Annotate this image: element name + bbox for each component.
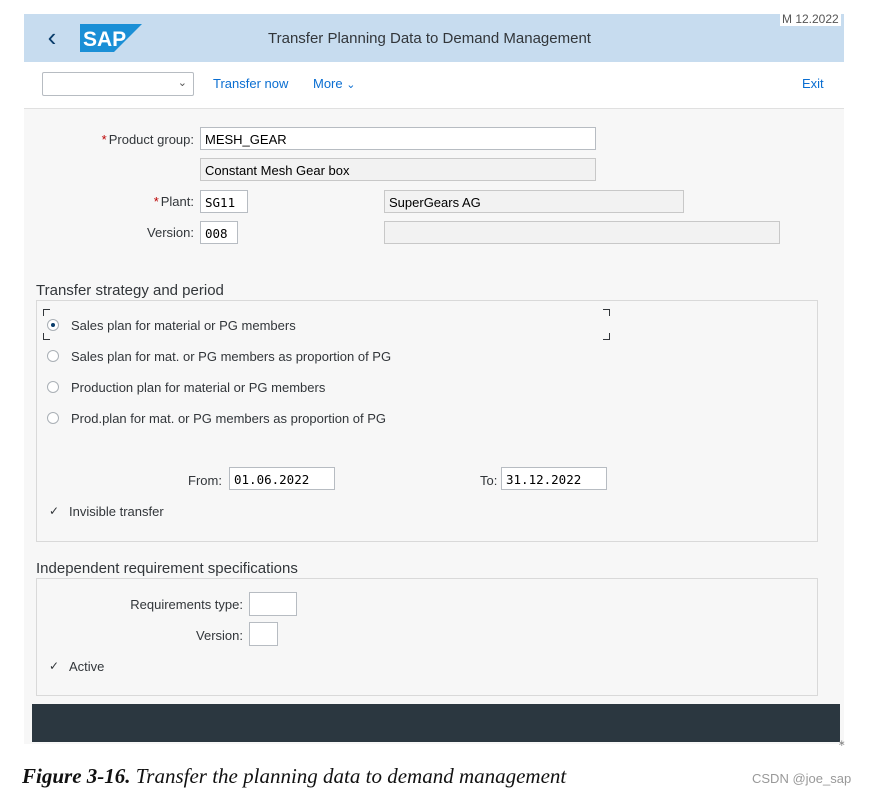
figure-caption-text: Transfer the planning data to demand man… (135, 764, 567, 788)
strategy-option-label: Prod.plan for mat. or PG members as prop… (71, 411, 387, 426)
plant-label-text: Plant: (160, 194, 194, 209)
req-version-input[interactable] (249, 622, 278, 646)
date-fragment: M 12.2022 (780, 12, 841, 26)
app-window: ‹ SAP Transfer Planning Data to Demand M… (24, 12, 846, 748)
to-label: To: (480, 473, 498, 488)
strategy-panel: Sales plan for material or PG members Sa… (36, 300, 818, 542)
exit-button[interactable]: Exit (802, 76, 824, 91)
radio-icon[interactable] (47, 412, 59, 424)
strategy-option-label: Sales plan for mat. or PG members as pro… (71, 349, 392, 364)
figure-caption: Figure 3-16. Transfer the planning data … (22, 764, 566, 789)
strategy-option-label: Production plan for material or PG membe… (71, 380, 326, 395)
product-group-description: Constant Mesh Gear box (200, 158, 596, 181)
to-date-input[interactable]: 31.12.2022 (501, 467, 607, 490)
footer-bar (32, 704, 840, 742)
resize-grip-icon[interactable]: ∗ (838, 738, 846, 749)
focus-corner (43, 333, 50, 340)
strategy-section-title: Transfer strategy and period (36, 282, 224, 299)
product-group-input[interactable]: MESH_GEAR (200, 127, 596, 150)
invisible-transfer-label: Invisible transfer (69, 504, 164, 519)
transfer-now-button[interactable]: Transfer now (213, 76, 288, 91)
from-label: From: (188, 473, 222, 488)
from-date-input[interactable]: 01.06.2022 (229, 467, 335, 490)
back-icon[interactable]: ‹ (40, 24, 64, 52)
plant-input[interactable]: SG11 (200, 190, 248, 213)
chevron-down-icon: ⌄ (177, 77, 187, 89)
version-description (384, 221, 780, 244)
focus-corner (603, 333, 610, 340)
plant-label: * Plant: (64, 194, 194, 209)
more-menu-label: More (313, 76, 343, 91)
required-marker: * (101, 132, 107, 147)
watermark: CSDN @joe_sap (752, 771, 852, 786)
variant-select[interactable]: ⌄ (42, 72, 194, 96)
toolbar: ⌄ Transfer now More ⌄ Exit (24, 62, 844, 109)
req-type-input[interactable] (249, 592, 297, 616)
radio-icon[interactable] (47, 381, 59, 393)
sap-logo: SAP (80, 24, 142, 52)
page-title: Transfer Planning Data to Demand Managem… (268, 30, 591, 47)
version-input[interactable]: 008 (200, 221, 238, 244)
radio-icon[interactable] (47, 350, 59, 362)
checkmark-icon[interactable]: ✓ (47, 659, 61, 673)
active-label: Active (69, 659, 105, 674)
focus-corner (603, 309, 610, 316)
chevron-down-icon: ⌄ (346, 79, 356, 91)
sap-logo-text: SAP (83, 28, 126, 51)
shell-bar: ‹ SAP Transfer Planning Data to Demand M… (24, 12, 844, 62)
radio-selected-icon[interactable] (47, 319, 59, 331)
strategy-option-label: Sales plan for material or PG members (71, 318, 296, 333)
focus-corner (43, 309, 50, 316)
req-version-label: Version: (196, 628, 243, 643)
more-menu-button[interactable]: More ⌄ (313, 76, 355, 91)
product-group-label-text: Product group: (108, 132, 194, 147)
product-group-label: * Product group: (64, 132, 194, 147)
requirements-panel: Requirements type: Version: ✓ Active (36, 578, 818, 696)
plant-description: SuperGears AG (384, 190, 684, 213)
checkmark-icon[interactable]: ✓ (47, 504, 61, 518)
version-label: Version: (147, 225, 194, 240)
required-marker: * (153, 194, 159, 209)
requirements-section-title: Independent requirement specifications (36, 560, 298, 577)
req-type-label: Requirements type: (130, 597, 243, 612)
figure-number: Figure 3-16. (22, 764, 131, 788)
